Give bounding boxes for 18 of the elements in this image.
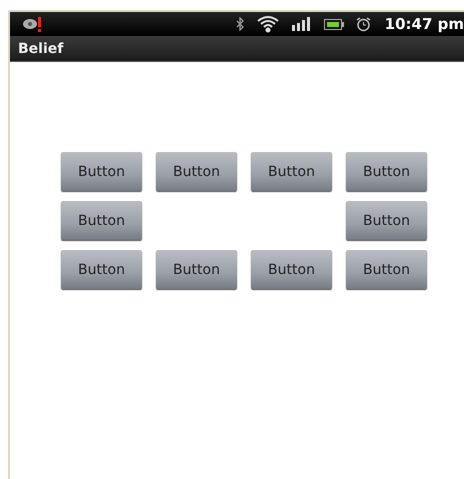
app-title: Belief xyxy=(18,40,64,56)
bluetooth-icon xyxy=(236,17,244,31)
clock-time: 10:47 pm xyxy=(384,15,464,33)
grid-button[interactable]: Button xyxy=(251,250,332,289)
grid-button[interactable]: Button xyxy=(61,250,142,289)
grid-button[interactable]: Button xyxy=(61,201,142,240)
grid-button[interactable]: Button xyxy=(61,152,142,191)
grid-button[interactable]: Button xyxy=(346,201,427,240)
grid-button[interactable]: Button xyxy=(251,152,332,191)
notification-icon xyxy=(22,16,44,32)
grid-button[interactable]: Button xyxy=(156,250,237,289)
signal-icon xyxy=(292,17,312,31)
grid-button[interactable]: Button xyxy=(346,152,427,191)
grid-button[interactable]: Button xyxy=(156,152,237,191)
alarm-icon xyxy=(356,16,371,32)
battery-icon xyxy=(324,18,344,30)
wifi-icon xyxy=(256,15,280,33)
grid-button[interactable]: Button xyxy=(346,250,427,289)
